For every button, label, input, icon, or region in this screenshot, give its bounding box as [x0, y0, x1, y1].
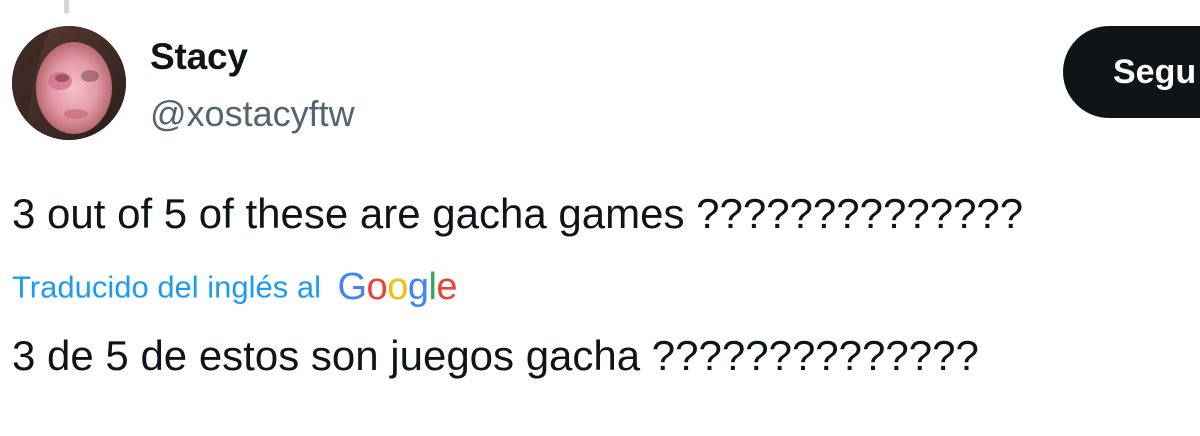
google-logo-letter: G — [337, 266, 367, 308]
google-logo: Google — [337, 266, 457, 309]
google-logo-letter: o — [366, 266, 388, 308]
follow-button[interactable]: Segu — [1063, 26, 1200, 118]
translation-attribution: Traducido del inglés al Google — [12, 266, 458, 312]
tweet-text: 3 out of 5 of these are gacha games ????… — [12, 190, 1024, 237]
google-logo-letter: g — [407, 266, 429, 308]
translated-tweet-text: 3 de 5 de estos son juegos gacha ???????… — [12, 332, 979, 379]
author-display-name[interactable]: Stacy — [150, 38, 248, 75]
google-logo-letter: o — [387, 266, 408, 308]
thread-connector-line — [64, 0, 69, 14]
translated-from-link[interactable]: Traducido del inglés al — [12, 270, 321, 305]
tweet-card: Stacy @xostacyftw Segu 3 out of 5 of the… — [0, 0, 1200, 436]
avatar[interactable] — [12, 26, 126, 140]
avatar-image — [12, 26, 126, 140]
author-handle[interactable]: @xostacyftw — [150, 96, 355, 132]
google-logo-letter: e — [436, 266, 458, 308]
